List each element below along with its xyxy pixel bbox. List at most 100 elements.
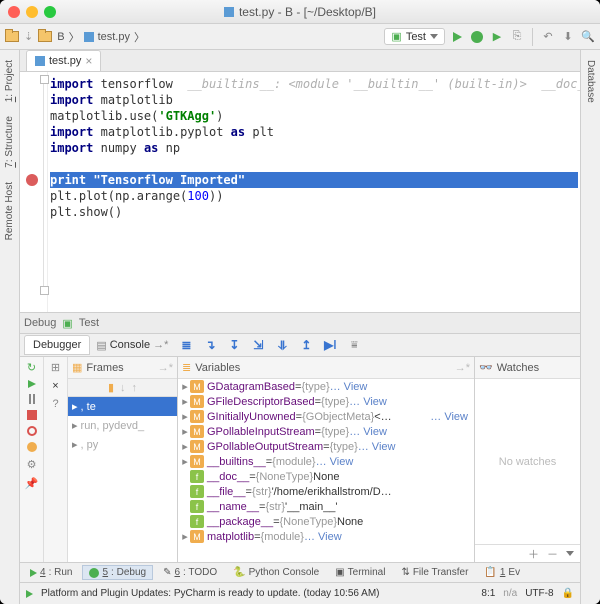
variable-row[interactable]: f__name__ = {str} '__main__': [178, 499, 474, 514]
step-into-my-code-button[interactable]: ⇲: [250, 337, 266, 353]
structure-tool-tab[interactable]: 7: Structure: [2, 110, 17, 174]
variable-row[interactable]: f__package__ = {NoneType} None: [178, 514, 474, 529]
attach-button[interactable]: ⎘: [509, 29, 525, 45]
nav-chevron: ⇣: [24, 30, 33, 43]
run-with-coverage-button[interactable]: ▶: [489, 29, 505, 45]
search-button[interactable]: 🔍: [580, 29, 596, 45]
fold-indicator[interactable]: [43, 78, 44, 292]
breadcrumb[interactable]: B 〉 test.py 〉: [37, 29, 145, 45]
titlebar: test.py - B - [~/Desktop/B]: [0, 0, 600, 24]
show-execution-point-button[interactable]: ≣: [178, 337, 194, 353]
gutter[interactable]: [20, 72, 48, 312]
breakpoint-icon[interactable]: [26, 174, 38, 186]
window-title-text: test.py - B - [~/Desktop/B]: [239, 5, 376, 19]
lock-icon[interactable]: 🔒: [562, 588, 574, 599]
settings-button[interactable]: ⚙: [27, 458, 37, 471]
folder-icon: [38, 31, 52, 42]
variable-row[interactable]: ▸MGPollableOutputStream = {type} … View: [178, 439, 474, 454]
frames-pane: ▦Frames→* ▮↓↑ ▸ , te▸ run, pydevd_▸ , py: [68, 357, 178, 562]
zoom-window-button[interactable]: [44, 6, 56, 18]
line-separator-label[interactable]: n/a: [503, 588, 517, 599]
run-button[interactable]: [449, 29, 465, 45]
pin-button[interactable]: 📌: [25, 477, 39, 490]
add-watch-button[interactable]: ＋: [528, 546, 539, 562]
cursor-position[interactable]: 8:1: [481, 588, 495, 599]
remote-host-tool-tab[interactable]: Remote Host: [2, 176, 17, 246]
encoding-label[interactable]: UTF-8: [525, 588, 553, 599]
update-project-button[interactable]: ↶: [540, 29, 556, 45]
mute-breakpoints-button[interactable]: [27, 442, 37, 452]
help-button[interactable]: ?: [52, 398, 58, 410]
frame-item[interactable]: ▸ run, pydevd_: [68, 416, 177, 435]
run-to-cursor-button[interactable]: ▶ǀ: [322, 337, 338, 353]
variable-row[interactable]: ▸Mmatplotlib = {module} … View: [178, 529, 474, 544]
step-over-button[interactable]: ↴: [202, 337, 218, 353]
python-file-icon: [224, 7, 234, 17]
debug-tool-label: Debug: [24, 317, 56, 329]
console-tab[interactable]: ▤Console→*: [96, 339, 168, 352]
step-out-button[interactable]: ↥: [298, 337, 314, 353]
frames-header: Frames: [86, 362, 123, 374]
variables-pane: ≣Variables→* ▸MGDatagramBased = {type} ……: [178, 357, 475, 562]
chevron-down-icon: [430, 34, 438, 39]
terminal-tool-tab[interactable]: ▣ Terminal: [329, 566, 391, 579]
commit-button[interactable]: ⬇: [560, 29, 576, 45]
window-title: test.py - B - [~/Desktop/B]: [224, 5, 376, 19]
restore-layout-button[interactable]: ⊞: [51, 361, 60, 374]
watch-menu-button[interactable]: [566, 551, 574, 556]
code-editor[interactable]: import tensorflow __builtins__: <module …: [20, 72, 580, 312]
editor-tab-label: test.py: [49, 55, 81, 67]
variable-row[interactable]: ▸MGInitiallyUnowned = {GObjectMeta} <…… …: [178, 409, 474, 424]
pause-button[interactable]: [29, 394, 35, 404]
status-bar: Platform and Plugin Updates: PyCharm is …: [20, 582, 580, 604]
frame-item[interactable]: ▸ , py: [68, 435, 177, 454]
watches-header: Watches: [497, 362, 539, 374]
run-configuration-selector[interactable]: ▣ Test: [384, 28, 445, 45]
debug-tool-tab[interactable]: 5: Debug: [82, 565, 153, 580]
close-button[interactable]: ×: [52, 380, 58, 392]
remove-watch-button[interactable]: －: [547, 546, 558, 562]
event-log-tool-tab[interactable]: 📋1 Ev: [478, 566, 526, 579]
close-window-button[interactable]: [8, 6, 20, 18]
debug-sidebar-2: ⊞ × ?: [44, 357, 68, 562]
project-tool-tab[interactable]: 11: Project: Project: [2, 54, 17, 108]
variable-row[interactable]: f__doc__ = {NoneType} None: [178, 469, 474, 484]
update-icon[interactable]: [26, 590, 33, 598]
frame-item[interactable]: ▸ , te: [68, 397, 177, 416]
run-tool-tab[interactable]: 4: 4: RunRun: [24, 566, 78, 579]
variable-row[interactable]: ▸MGPollableInputStream = {type} … View: [178, 424, 474, 439]
debugger-tab[interactable]: Debugger: [24, 335, 90, 355]
breadcrumb-file[interactable]: test.py: [98, 31, 130, 43]
rerun-button[interactable]: ↻: [27, 361, 36, 374]
resume-button[interactable]: [28, 380, 36, 388]
todo-tool-tab[interactable]: ✎6: TODO: [157, 566, 223, 579]
close-tab-button[interactable]: ×: [85, 54, 92, 68]
bottom-tool-bar: 4: 4: RunRun 5: Debug ✎6: TODO 🐍 Python …: [20, 562, 580, 582]
thread-selector[interactable]: ▮↓↑: [68, 379, 177, 397]
stop-button[interactable]: [27, 410, 37, 420]
variable-row[interactable]: f__file__ = {str} '/home/erikhallstrom/D…: [178, 484, 474, 499]
navigation-bar: ⇣ B 〉 test.py 〉 ▣ Test ▶ ⎘ ↶ ⬇ 🔍: [0, 24, 600, 50]
file-transfer-tool-tab[interactable]: ⇅ File Transfer: [395, 566, 474, 579]
variable-row[interactable]: ▸MGDatagramBased = {type} … View: [178, 379, 474, 394]
python-console-tool-tab[interactable]: 🐍 Python Console: [227, 566, 325, 579]
evaluate-expression-button[interactable]: ⩸: [346, 337, 362, 353]
minimize-window-button[interactable]: [26, 6, 38, 18]
left-tool-rail: 11: Project: Project 7: Structure Remote…: [0, 50, 20, 604]
breadcrumb-project[interactable]: B: [57, 31, 64, 43]
separator: [532, 28, 533, 46]
step-into-button[interactable]: ↧: [226, 337, 242, 353]
editor-tab-test-py[interactable]: test.py ×: [26, 50, 101, 71]
python-file-icon: [84, 32, 94, 42]
variable-row[interactable]: ▸MGFileDescriptorBased = {type} … View: [178, 394, 474, 409]
database-tool-tab[interactable]: Database: [583, 54, 598, 109]
debug-sidebar: ↻ ⚙ 📌: [20, 357, 44, 562]
view-breakpoints-button[interactable]: [27, 426, 37, 436]
force-step-into-button[interactable]: ⥥: [274, 337, 290, 353]
open-file-button[interactable]: [4, 29, 20, 45]
watches-empty-text: No watches: [475, 379, 580, 544]
status-message[interactable]: Platform and Plugin Updates: PyCharm is …: [41, 588, 473, 599]
debug-button[interactable]: [469, 29, 485, 45]
right-tool-rail: Database: [580, 50, 600, 604]
variable-row[interactable]: ▸M__builtins__ = {module} … View: [178, 454, 474, 469]
